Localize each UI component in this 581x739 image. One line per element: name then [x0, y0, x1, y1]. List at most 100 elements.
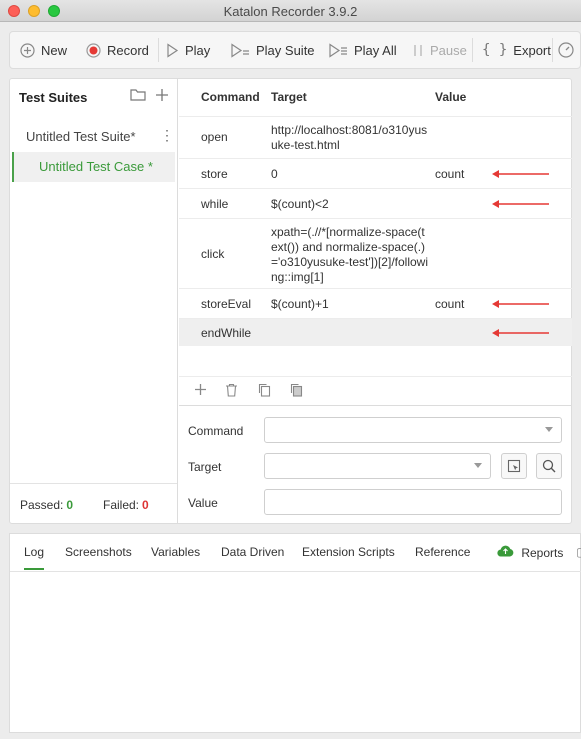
tab-data-driven[interactable]: Data Driven [221, 545, 284, 559]
failed-label: Failed: [103, 498, 140, 512]
table-edit-toolbar [179, 376, 572, 404]
target-field-label: Target [188, 460, 222, 474]
play-all-button[interactable]: Play All [328, 32, 397, 68]
row-command: storeEval [201, 297, 252, 311]
chevron-down-icon [545, 427, 553, 432]
row-command: click [201, 247, 225, 261]
add-command-icon[interactable] [194, 383, 207, 396]
table-row[interactable]: storeEval $(count)+1 count [179, 288, 572, 318]
copy-icon[interactable] [258, 383, 271, 397]
row-target: xpath=(.//*[normalize-space(text()) and … [271, 225, 428, 284]
table-row[interactable]: while $(count)<2 [179, 188, 572, 218]
tab-screenshots[interactable]: Screenshots [65, 545, 132, 559]
play-icon [166, 42, 179, 58]
row-command: open [201, 130, 228, 144]
record-button[interactable]: Record [86, 32, 149, 68]
toolbar-divider [472, 38, 473, 62]
row-command: endWhile [201, 326, 252, 340]
play-all-label: Play All [354, 42, 397, 58]
main-toolbar: New Record Play Play Suite Play All Paus… [9, 31, 581, 69]
value-input[interactable] [264, 489, 562, 515]
table-row[interactable]: click xpath=(.//*[normalize-space(text()… [179, 218, 572, 288]
command-input[interactable] [264, 417, 562, 443]
row-value: count [435, 297, 465, 311]
folder-icon[interactable] [130, 88, 146, 101]
test-suite-item[interactable]: Untitled Test Suite* [26, 129, 136, 144]
new-button[interactable]: New [20, 32, 67, 68]
play-button[interactable]: Play [166, 32, 210, 68]
select-element-icon [507, 459, 521, 473]
row-target: $(count)+1 [271, 297, 329, 311]
row-target: 0 [271, 167, 278, 181]
command-editor: Command Target Value [179, 405, 572, 523]
play-suite-label: Play Suite [256, 42, 315, 58]
export-button[interactable]: { } Export [482, 32, 551, 68]
record-label: Record [107, 42, 149, 58]
plus-circle-icon [20, 42, 35, 58]
speed-button[interactable] [558, 32, 580, 68]
value-field-label: Value [188, 496, 218, 510]
row-target: $(count)<2 [271, 197, 329, 211]
test-stats: Passed: 0 Failed: 0 [10, 483, 177, 523]
row-target: http://localhost:8081/o310yusuke-test.ht… [271, 123, 428, 152]
log-content [10, 573, 581, 733]
passed-count: 0 [66, 498, 74, 512]
record-icon [86, 42, 101, 58]
find-target-button[interactable] [536, 453, 562, 479]
test-case-item[interactable]: Untitled Test Case * [12, 152, 175, 182]
command-column-header: Command [201, 90, 260, 104]
tab-variables[interactable]: Variables [151, 545, 200, 559]
search-icon [542, 459, 556, 473]
table-row-selected[interactable]: endWhile [179, 318, 572, 346]
paste-icon[interactable] [290, 383, 303, 397]
gauge-icon [558, 42, 574, 58]
test-suites-title: Test Suites [19, 90, 88, 105]
pause-icon [412, 43, 424, 58]
table-row[interactable]: store 0 count [179, 158, 572, 188]
failed-count: 0 [142, 498, 149, 512]
reports-label: Reports [521, 546, 564, 560]
row-command: store [201, 167, 228, 181]
passed-stat: Passed: 0 [20, 498, 73, 512]
play-suite-icon [230, 42, 250, 58]
chevron-down-icon [474, 463, 482, 468]
red-arrow-annotation [492, 200, 549, 208]
more-tabs-icon[interactable]: ▢ [576, 545, 581, 559]
select-target-button[interactable] [501, 453, 527, 479]
trash-icon[interactable] [225, 383, 238, 397]
value-column-header: Value [435, 90, 467, 104]
red-arrow-annotation [492, 300, 549, 308]
title-bar: Katalon Recorder 3.9.2 [0, 0, 581, 22]
cloud-upload-icon [497, 545, 517, 560]
tab-reference[interactable]: Reference [415, 545, 470, 559]
toolbar-divider [552, 38, 553, 62]
play-all-icon [328, 42, 348, 58]
command-field-label: Command [188, 424, 244, 438]
pause-label: Pause [430, 42, 467, 58]
play-suite-button[interactable]: Play Suite [230, 32, 315, 68]
test-case-pane: Command Target Value open http://localho… [179, 79, 572, 523]
test-case-label: Untitled Test Case * [39, 159, 153, 174]
bottom-panel: Log Screenshots Variables Data Driven Ex… [9, 533, 581, 733]
play-label: Play [185, 42, 211, 58]
row-value: count [435, 167, 465, 181]
tab-log[interactable]: Log [24, 545, 45, 570]
code-braces-icon: { } [482, 42, 508, 58]
test-suites-pane: Test Suites Untitled Test Suite* ⋮ Untit… [10, 79, 178, 523]
window-title: Katalon Recorder 3.9.2 [223, 4, 358, 19]
target-column-header: Target [271, 90, 307, 104]
tab-reports[interactable]: Reports [497, 545, 563, 560]
failed-stat: Failed: 0 [103, 498, 149, 512]
target-input[interactable] [264, 453, 491, 479]
tab-extension-scripts[interactable]: Extension Scripts [302, 545, 395, 559]
pause-button[interactable]: Pause [412, 32, 467, 68]
main-panel: Test Suites Untitled Test Suite* ⋮ Untit… [9, 78, 572, 524]
toolbar-divider [158, 38, 159, 62]
kebab-menu-icon[interactable]: ⋮ [160, 127, 174, 144]
red-arrow-annotation [492, 170, 549, 178]
add-suite-icon[interactable] [155, 88, 169, 102]
red-arrow-annotation [492, 329, 549, 337]
table-row[interactable]: open http://localhost:8081/o310yusuke-te… [179, 116, 572, 158]
passed-label: Passed: [20, 498, 64, 512]
row-command: while [201, 197, 229, 211]
